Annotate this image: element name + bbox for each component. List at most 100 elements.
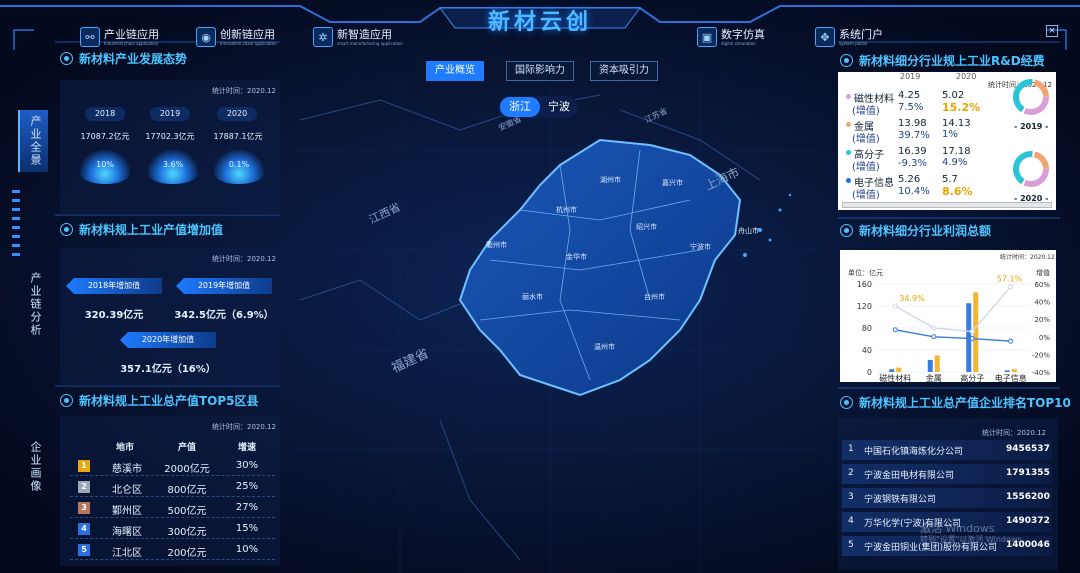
tab-capital[interactable]: 资本吸引力 bbox=[590, 61, 658, 81]
donut-chart-2020 bbox=[1013, 151, 1049, 187]
value-cell: 2000亿元 bbox=[164, 464, 210, 475]
growth-cell: 25% bbox=[235, 481, 259, 492]
nav-smart-manufacturing[interactable]: ✲ 新智造应用 smart manufacturing application bbox=[313, 24, 403, 50]
addval-ribbon: 2018年增加值 bbox=[66, 278, 162, 294]
map-city-label: 绍兴市 bbox=[636, 223, 657, 231]
x-tick-label: 高分子 bbox=[960, 373, 984, 382]
rd-growth-2019: 7.5% bbox=[898, 102, 924, 113]
side-tab-label: 企业画像 bbox=[29, 441, 42, 493]
donut-chart-2019 bbox=[1013, 79, 1049, 115]
rank-badge: 5 bbox=[78, 544, 90, 556]
tab-international[interactable]: 国际影响力 bbox=[506, 61, 574, 81]
rd-value-2020: 14.13 bbox=[942, 118, 971, 129]
nav-sub: smart manufacturing application bbox=[337, 40, 403, 46]
y-tick-label: 160 bbox=[857, 280, 872, 289]
gear-icon: ✲ bbox=[313, 27, 333, 47]
nav-label: 创新链应用 bbox=[220, 27, 275, 41]
tab-zhejiang[interactable]: 浙江 bbox=[500, 97, 540, 117]
rd-growth-2019: -9.3% bbox=[898, 158, 928, 169]
section-dot-icon bbox=[60, 394, 73, 407]
rd-year-header: 2019 bbox=[900, 72, 921, 81]
rank-number: 4 bbox=[848, 516, 854, 526]
rank-badge: 2 bbox=[78, 481, 90, 493]
y2-tick-label: 40% bbox=[1034, 299, 1050, 307]
profit-chart: 160 120 80 40 0 60% 40% 20% 0% -20% -40% 磁性材料 金属 高分子 电… bbox=[857, 275, 1051, 382]
line-point bbox=[931, 325, 937, 331]
rd-sub: (增值) bbox=[852, 134, 880, 145]
bar bbox=[934, 355, 940, 372]
growth-cell: 27% bbox=[235, 502, 259, 513]
line-point bbox=[892, 303, 898, 309]
line-point bbox=[931, 334, 937, 340]
map-city-label: 舟山市 bbox=[738, 227, 759, 235]
line-point bbox=[1008, 338, 1014, 344]
addval-stat: 统计时间：2020.12 bbox=[212, 255, 276, 263]
horizontal-scrollbar[interactable] bbox=[842, 202, 1052, 208]
section-title-rd: 新材料细分行业规上工业R&D经费 bbox=[840, 52, 1045, 69]
map-city-label: 丽水市 bbox=[522, 293, 543, 301]
year-pill: 2018 bbox=[85, 107, 125, 121]
x-tick-label: 电子信息 bbox=[995, 373, 1027, 382]
legend-dot bbox=[846, 122, 851, 127]
bar bbox=[896, 367, 902, 372]
year-pill: 2019 bbox=[150, 107, 190, 121]
addval-ribbon: 2020年增加值 bbox=[120, 332, 216, 348]
profit-chart-panel: 统计时间：2020.12 单位：亿元 增值 160 120 80 40 0 60% 40% 2… bbox=[840, 250, 1056, 382]
section-title-addval: 新材料规上工业产值增加值 bbox=[60, 221, 223, 238]
nav-innovation-chain[interactable]: ◉ 创新链应用 Innovation chain application bbox=[196, 24, 277, 50]
table-header: 产值 bbox=[177, 443, 196, 453]
side-tab-enterprise[interactable]: 企业画像 bbox=[10, 438, 60, 496]
grid-icon: ✥ bbox=[815, 27, 835, 47]
dev-pct: 0.1% bbox=[228, 160, 250, 169]
bar bbox=[927, 359, 933, 372]
nav-system-portal[interactable]: ✥ 系统门户 System portal bbox=[815, 24, 883, 50]
y-tick-label: 120 bbox=[857, 302, 872, 311]
top5-stat: 统计时间：2020.12 bbox=[212, 423, 276, 431]
section-title-text: 新材料细分行业规上工业R&D经费 bbox=[859, 54, 1045, 68]
rd-growth-2020: 15.2% bbox=[942, 101, 981, 114]
rd-value-2020: 5.7 bbox=[942, 174, 958, 185]
dev-amount: 17887.1亿元 bbox=[213, 132, 263, 141]
line-point bbox=[1008, 284, 1014, 290]
map-city-label: 台州市 bbox=[644, 293, 665, 301]
rank-badge: 3 bbox=[78, 502, 90, 514]
tab-ningbo[interactable]: 宁波 bbox=[540, 97, 578, 117]
line-point bbox=[969, 336, 975, 342]
section-dot-icon bbox=[60, 52, 73, 65]
area-cell: 鄞州区 bbox=[112, 506, 142, 517]
dev-amount: 17087.2亿元 bbox=[80, 132, 130, 141]
x-tick-label: 金属 bbox=[926, 373, 942, 382]
y-tick-label: 0 bbox=[867, 368, 872, 377]
section-title-text: 新材料细分行业利润总额 bbox=[859, 224, 992, 238]
tab-overview[interactable]: 产业概览 bbox=[426, 61, 484, 81]
ranking-row: 3 宁波钢铁有限公司 1556200 bbox=[842, 488, 1052, 508]
dev-amount: 17702.3亿元 bbox=[145, 132, 195, 141]
rank-badge: 1 bbox=[78, 460, 90, 472]
bulb-icon: ◉ bbox=[196, 27, 216, 47]
close-button[interactable]: × bbox=[1046, 25, 1058, 37]
side-tab-panorama[interactable]: 产业全景 bbox=[10, 112, 60, 170]
company-name: 中国石化镇海炼化分公司 bbox=[864, 447, 964, 457]
section-title-top10: 新材料规上工业总产值企业排名TOP10 bbox=[840, 394, 1071, 411]
chain-icon: ⚯ bbox=[80, 27, 100, 47]
section-title-profit: 新材料细分行业利润总额 bbox=[840, 222, 991, 239]
app-title: 新材云创 bbox=[487, 9, 592, 35]
y2-tick-label: 0% bbox=[1039, 334, 1050, 342]
legend-dot bbox=[846, 150, 851, 155]
nav-label: 新智造应用 bbox=[337, 27, 392, 41]
donut-label: - 2019 - bbox=[1014, 122, 1049, 131]
y2-tick-label: -20% bbox=[1032, 351, 1050, 359]
map-city-label: 湖州市 bbox=[600, 176, 621, 184]
bar bbox=[889, 369, 895, 372]
side-tab-chain-analysis[interactable]: 产业链分析 bbox=[10, 268, 60, 340]
area-cell: 海曙区 bbox=[112, 527, 142, 538]
series-line bbox=[895, 329, 1011, 342]
nav-digital-simulation[interactable]: ▣ 数字仿真 digital simulation bbox=[697, 24, 765, 50]
dev-stat: 统计时间：2020.12 bbox=[212, 87, 276, 95]
growth-cell: 30% bbox=[235, 460, 259, 471]
company-name: 宁波钢铁有限公司 bbox=[864, 495, 937, 505]
nav-industrial-chain[interactable]: ⚯ 产业链应用 Industrial chain application bbox=[80, 24, 159, 50]
rank-number: 2 bbox=[848, 468, 854, 478]
map-city-label: 杭州市 bbox=[556, 206, 577, 214]
y2-tick-label: 60% bbox=[1034, 281, 1050, 289]
